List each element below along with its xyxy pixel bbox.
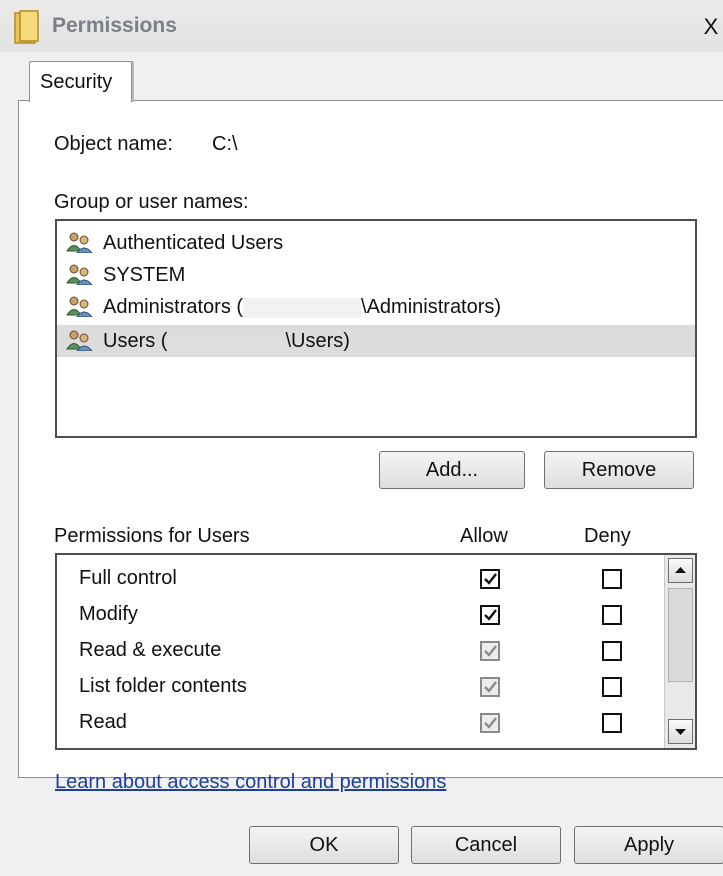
permission-row-read-execute: Read & execute (57, 634, 657, 670)
group-list[interactable]: Authenticated Users SYSTEM Administrator… (55, 219, 697, 438)
permission-row-modify: Modify (57, 598, 657, 634)
list-item-text: Users ( (103, 330, 168, 352)
permission-row-list-folder-contents: List folder contents (57, 670, 657, 706)
ok-button[interactable]: OK (249, 826, 399, 864)
list-item-text: SYSTEM (103, 264, 186, 286)
users-icon (66, 232, 93, 253)
apply-button[interactable]: Apply (574, 826, 723, 864)
object-name-value: C:\ (212, 133, 238, 155)
list-item[interactable]: Authenticated Users (57, 227, 695, 259)
permission-name: Read (79, 711, 127, 733)
add-button[interactable]: Add... (379, 451, 525, 489)
list-item-selected[interactable]: Users ( \Users) (57, 325, 695, 357)
close-icon[interactable]: X (696, 14, 723, 40)
permission-name: Modify (79, 603, 138, 625)
redacted-domain (167, 331, 286, 352)
scroll-thumb[interactable] (668, 588, 693, 682)
allow-checkbox-inherited (480, 713, 500, 733)
deny-checkbox[interactable] (602, 569, 622, 589)
list-item-text: Authenticated Users (103, 232, 284, 254)
deny-checkbox[interactable] (602, 713, 622, 733)
permission-row-full-control: Full control (57, 562, 657, 598)
group-list-label: Group or user names: (54, 191, 249, 213)
deny-checkbox[interactable] (602, 605, 622, 625)
users-icon (66, 296, 93, 317)
vertical-scrollbar[interactable] (664, 555, 695, 748)
remove-button[interactable]: Remove (544, 451, 694, 489)
tab-label: Security (40, 71, 113, 93)
users-icon (66, 330, 93, 351)
allow-column-header: Allow (460, 525, 508, 547)
users-icon (66, 264, 93, 285)
list-item-text: Administrators ( (103, 296, 244, 318)
list-item[interactable]: SYSTEM (57, 259, 695, 291)
deny-checkbox[interactable] (602, 641, 622, 661)
list-item-suffix: \Administrators) (361, 296, 502, 318)
deny-column-header: Deny (584, 525, 631, 547)
cancel-button[interactable]: Cancel (411, 826, 561, 864)
permission-name: Full control (79, 567, 177, 589)
window-title: Permissions (52, 14, 177, 37)
allow-checkbox[interactable] (480, 569, 500, 589)
permission-name: Read & execute (79, 639, 222, 661)
redacted-domain (243, 297, 362, 318)
list-item[interactable]: Administrators ( \Administrators) (57, 291, 695, 323)
permission-row-read: Read (57, 706, 657, 742)
scroll-down-icon[interactable] (668, 719, 693, 744)
permission-name: List folder contents (79, 675, 247, 697)
object-name-label: Object name: (54, 133, 173, 155)
allow-checkbox-inherited (480, 641, 500, 661)
scroll-up-icon[interactable] (668, 558, 693, 583)
permissions-label: Permissions for Users (54, 525, 250, 547)
allow-checkbox[interactable] (480, 605, 500, 625)
folder-icon (14, 10, 39, 44)
list-item-suffix: \Users) (285, 330, 350, 352)
learn-more-link[interactable]: Learn about access control and permissio… (55, 771, 446, 794)
allow-checkbox-inherited (480, 677, 500, 697)
deny-checkbox[interactable] (602, 677, 622, 697)
title-bar: Permissions X (0, 0, 723, 52)
permissions-list[interactable]: Full control Modify Read & execute List … (55, 553, 697, 750)
tab-security[interactable]: Security (29, 61, 132, 102)
